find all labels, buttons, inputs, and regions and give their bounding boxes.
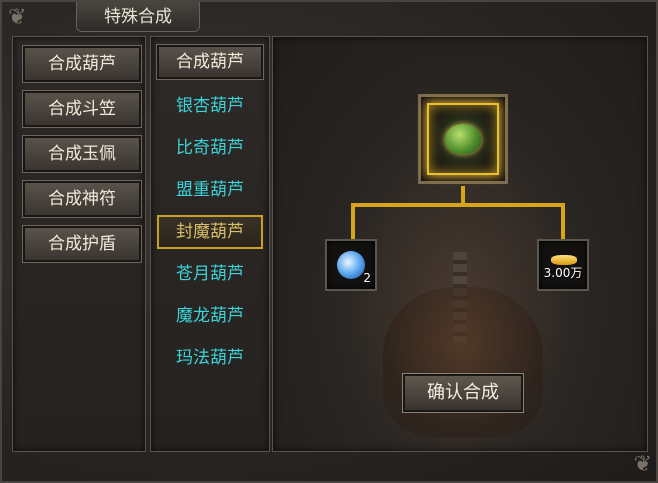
result-item-frame (427, 103, 499, 175)
category-shield-button[interactable]: 合成护盾 (22, 225, 142, 263)
blue-gourd-icon (337, 251, 365, 279)
category-gourd-button[interactable]: 合成葫芦 (22, 45, 142, 83)
confirm-synthesis-button[interactable]: 确认合成 (402, 373, 524, 413)
category-talisman-button[interactable]: 合成神符 (22, 180, 142, 218)
gourd-item-biqi[interactable]: 比奇葫芦 (157, 131, 263, 165)
gourd-list-panel: 合成葫芦 银杏葫芦 比奇葫芦 盟重葫芦 封魔葫芦 苍月葫芦 魔龙葫芦 玛法葫芦 (150, 36, 270, 452)
material-slot-gourd[interactable]: 2 (325, 239, 377, 291)
recipe-panel: 2 3.00万 确认合成 (272, 36, 648, 452)
gourd-item-molong[interactable]: 魔龙葫芦 (157, 299, 263, 333)
category-panel: 合成葫芦 合成斗笠 合成玉佩 合成神符 合成护盾 (12, 36, 146, 452)
result-item-slot[interactable] (418, 94, 508, 184)
category-hat-button[interactable]: 合成斗笠 (22, 90, 142, 128)
connector-line (351, 203, 355, 239)
gourd-item-yinxing[interactable]: 银杏葫芦 (157, 89, 263, 123)
connector-line (561, 203, 565, 239)
gourd-item-mafa[interactable]: 玛法葫芦 (157, 341, 263, 375)
gourd-item-fengmo[interactable]: 封魔葫芦 (157, 215, 263, 249)
gourd-icon (445, 124, 481, 154)
window-title: 特殊合成 (76, 2, 200, 32)
gourd-item-cangyue[interactable]: 苍月葫芦 (157, 257, 263, 291)
cauldron-decoration (383, 287, 543, 437)
dragon-ornament-icon: ❦ (8, 5, 27, 30)
category-jade-button[interactable]: 合成玉佩 (22, 135, 142, 173)
gourd-list-header[interactable]: 合成葫芦 (156, 44, 264, 80)
gold-cost: 3.00万 (543, 266, 583, 280)
dragon-ornament-icon: ❦ (633, 452, 652, 477)
material-slot-gold[interactable]: 3.00万 (537, 239, 589, 291)
connector-line (351, 203, 565, 207)
material-quantity: 2 (363, 271, 371, 285)
gourd-item-mengzhong[interactable]: 盟重葫芦 (157, 173, 263, 207)
special-synthesis-window: ❦ 特殊合成 ❦ 合成葫芦 合成斗笠 合成玉佩 合成神符 合成护盾 合成葫芦 银… (0, 0, 658, 483)
